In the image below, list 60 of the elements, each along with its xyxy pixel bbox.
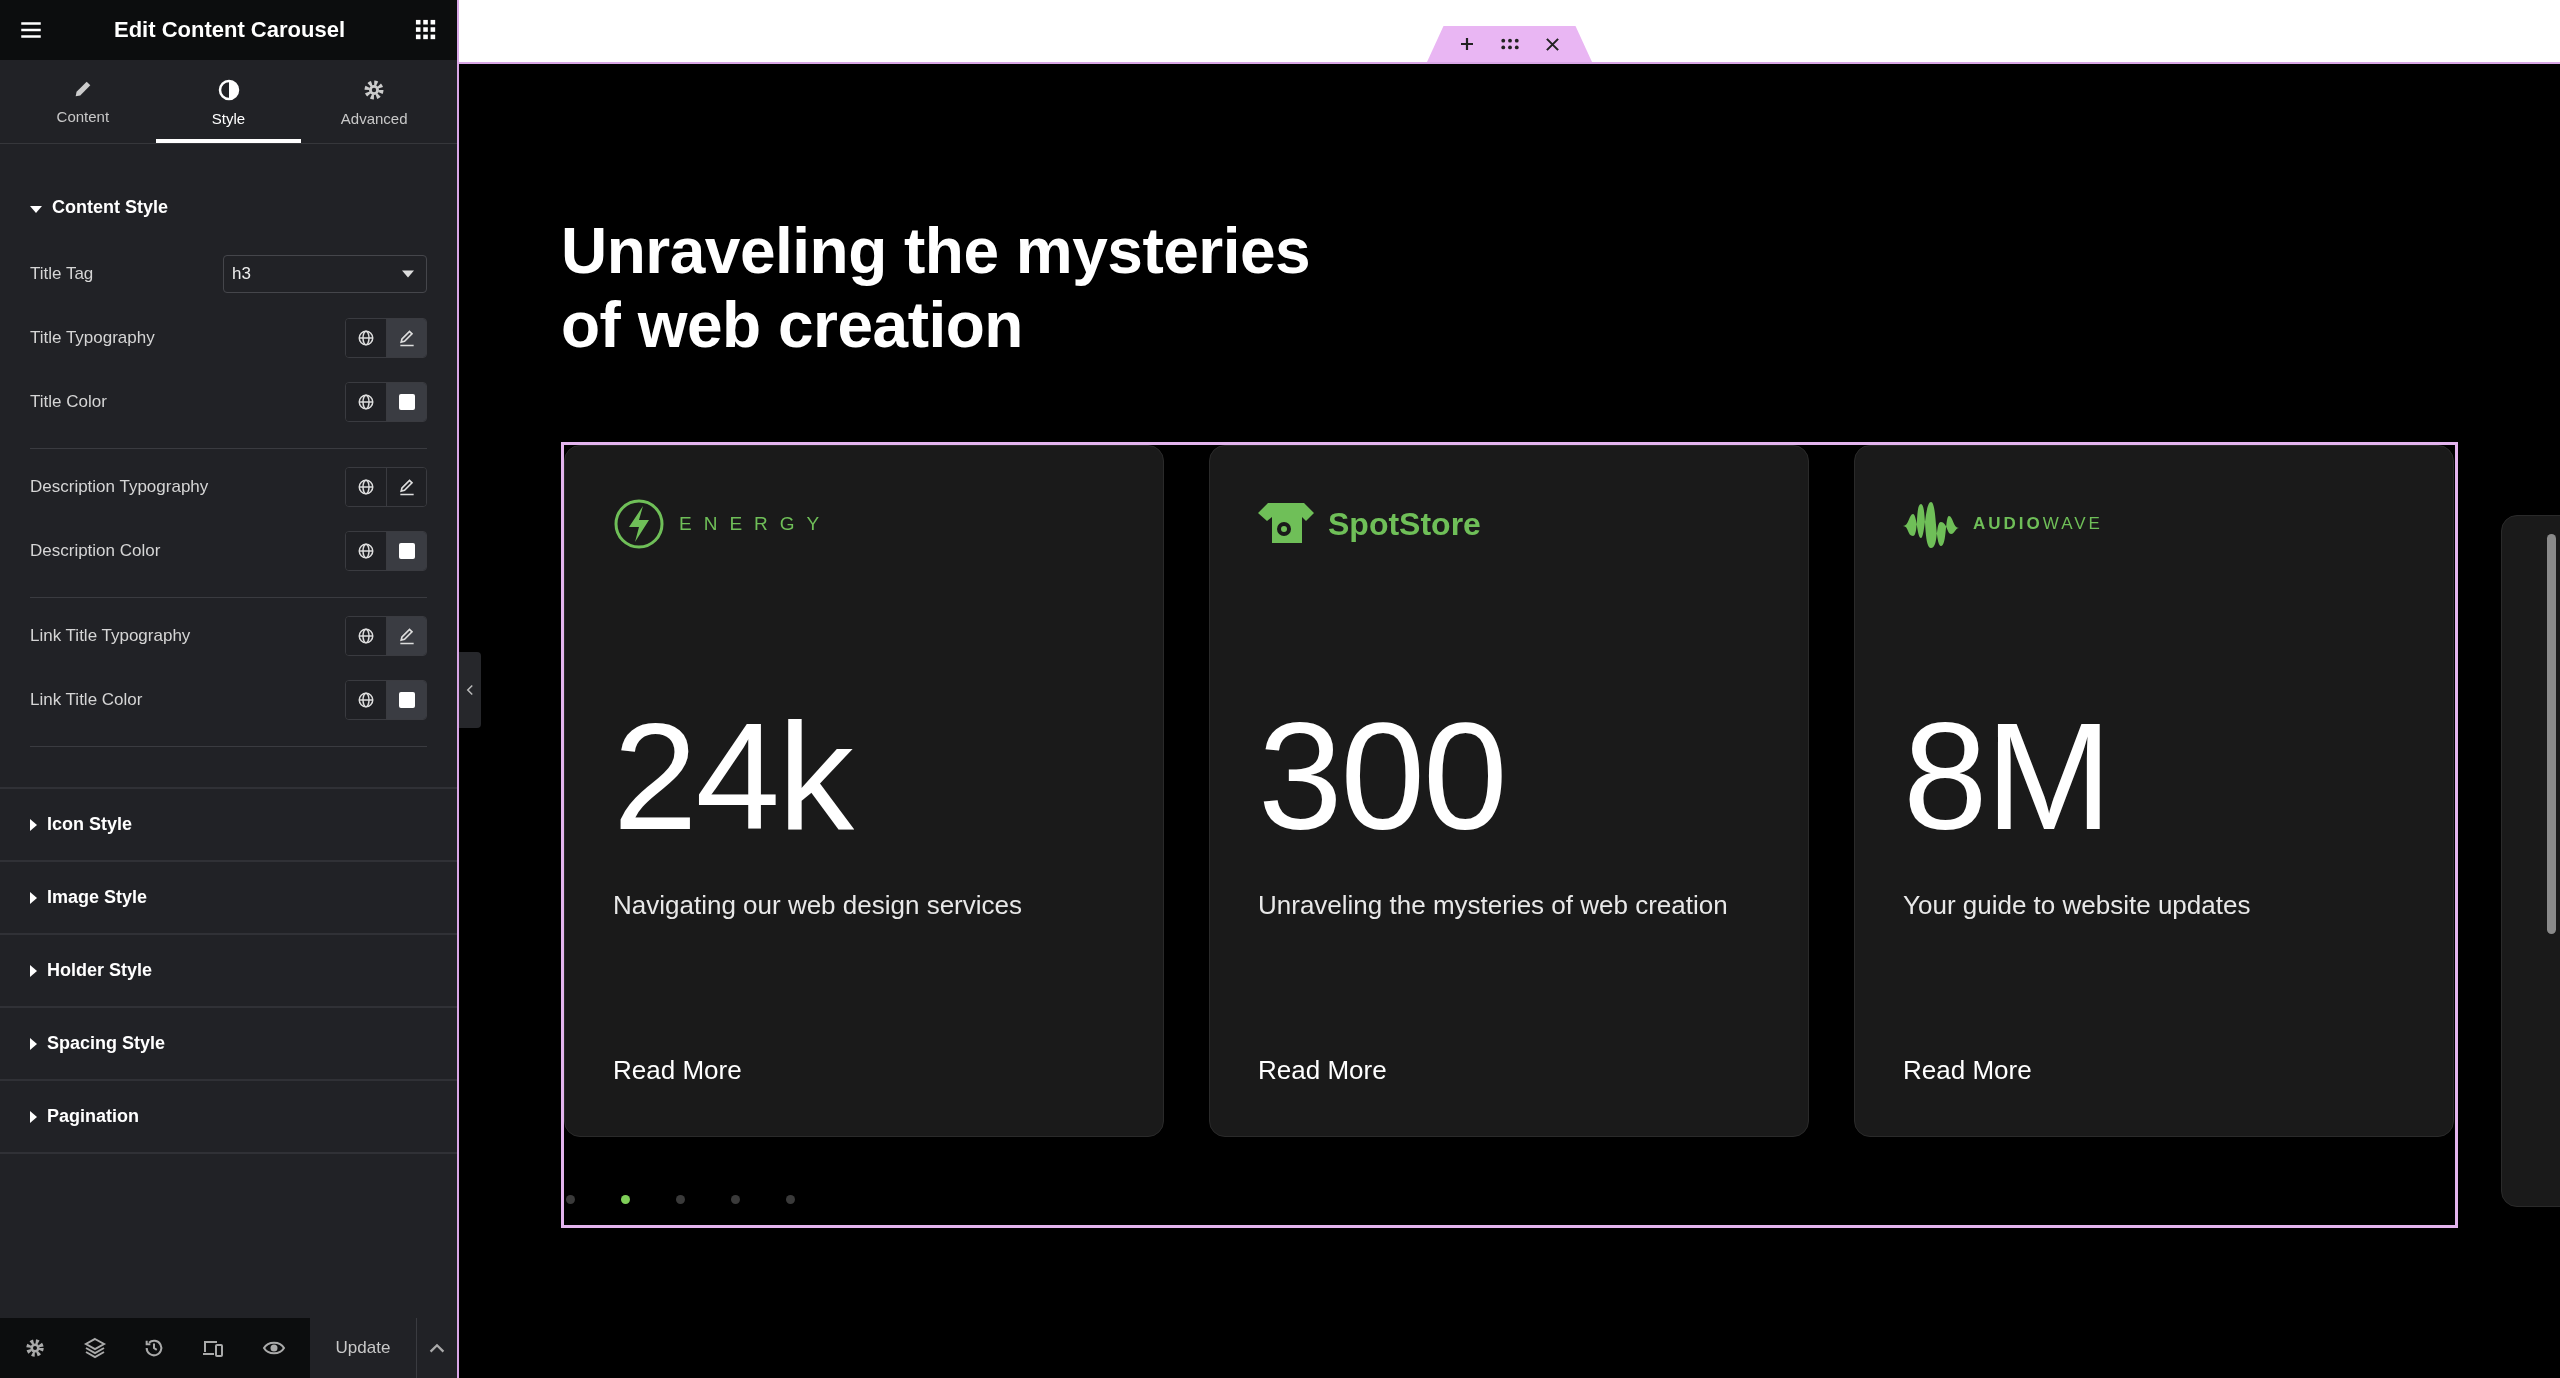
edit-button[interactable] [386,468,426,506]
globe-icon [357,478,375,496]
control-label: Title Tag [30,264,94,284]
stat-number: 24k [613,700,855,852]
pagination-dot[interactable] [676,1195,685,1204]
contrast-icon [216,78,241,102]
add-icon[interactable] [1459,36,1475,52]
chevron-left-icon [466,684,474,696]
apps-grid-icon[interactable] [415,19,437,41]
control-label: Title Color [30,392,107,412]
color-swatch-button[interactable] [386,383,426,421]
layers-icon[interactable] [82,1336,107,1360]
color-swatch-button[interactable] [386,681,426,719]
pagination-dot[interactable] [566,1195,575,1204]
card-description: Your guide to website updates [1903,890,2252,921]
lightning-bolt-icon [613,498,665,550]
control-label: Description Typography [30,477,209,497]
section-header[interactable]: Spacing Style [0,1008,457,1079]
section-header[interactable]: Content Style [0,172,457,242]
control-label: Description Color [30,541,161,561]
title-tag-select[interactable]: h3 [223,255,427,293]
brand-name: SpotStore [1328,505,1481,543]
globe-icon [357,329,375,347]
card-description: Unraveling the mysteries of web creation [1258,890,1729,921]
edit-button[interactable] [386,617,426,655]
control-label: Title Typography [30,328,155,348]
pagination-dot[interactable] [786,1195,795,1204]
caret-icon [402,270,414,278]
panel-title: Edit Content Carousel [114,17,345,43]
globe-icon [357,542,375,560]
read-more-link[interactable]: Read More [1903,1055,2405,1086]
panel-tab[interactable]: Advanced [301,60,447,143]
settings-icon[interactable] [24,1337,47,1359]
section-header[interactable]: Holder Style [0,935,457,1006]
scrollbar[interactable] [2547,534,2556,934]
globe-icon [357,627,375,645]
pagination-dot[interactable] [621,1195,630,1204]
card-description: Navigating our web design services [613,890,1023,921]
control-label: Link Title Typography [30,626,191,646]
stat-number: 300 [1258,700,1507,852]
panel-tab[interactable]: Content [10,60,156,143]
brand-name: ENERGY [679,513,832,535]
section-heading: Unraveling the mysteries of web creation [561,214,1312,362]
stat-number: 8M [1903,700,2112,852]
section-header[interactable]: Image Style [0,862,457,933]
color-swatch-button[interactable] [386,532,426,570]
globe-icon [357,393,375,411]
control-label: Link Title Color [30,690,143,710]
section-header[interactable]: Pagination [0,1081,457,1152]
pagination-dot[interactable] [731,1195,740,1204]
globe-icon [357,691,375,709]
close-icon[interactable] [1545,36,1560,52]
read-more-link[interactable]: Read More [1258,1055,1760,1086]
read-more-link[interactable]: Read More [613,1055,1115,1086]
drag-icon[interactable] [1501,38,1519,50]
sound-wave-icon [1903,500,1959,548]
section-header[interactable]: Icon Style [0,789,457,860]
panel-tab[interactable]: Style [155,60,302,143]
edit-button[interactable] [386,319,426,357]
brand-name: AUDIOWAVE [1973,514,2103,534]
